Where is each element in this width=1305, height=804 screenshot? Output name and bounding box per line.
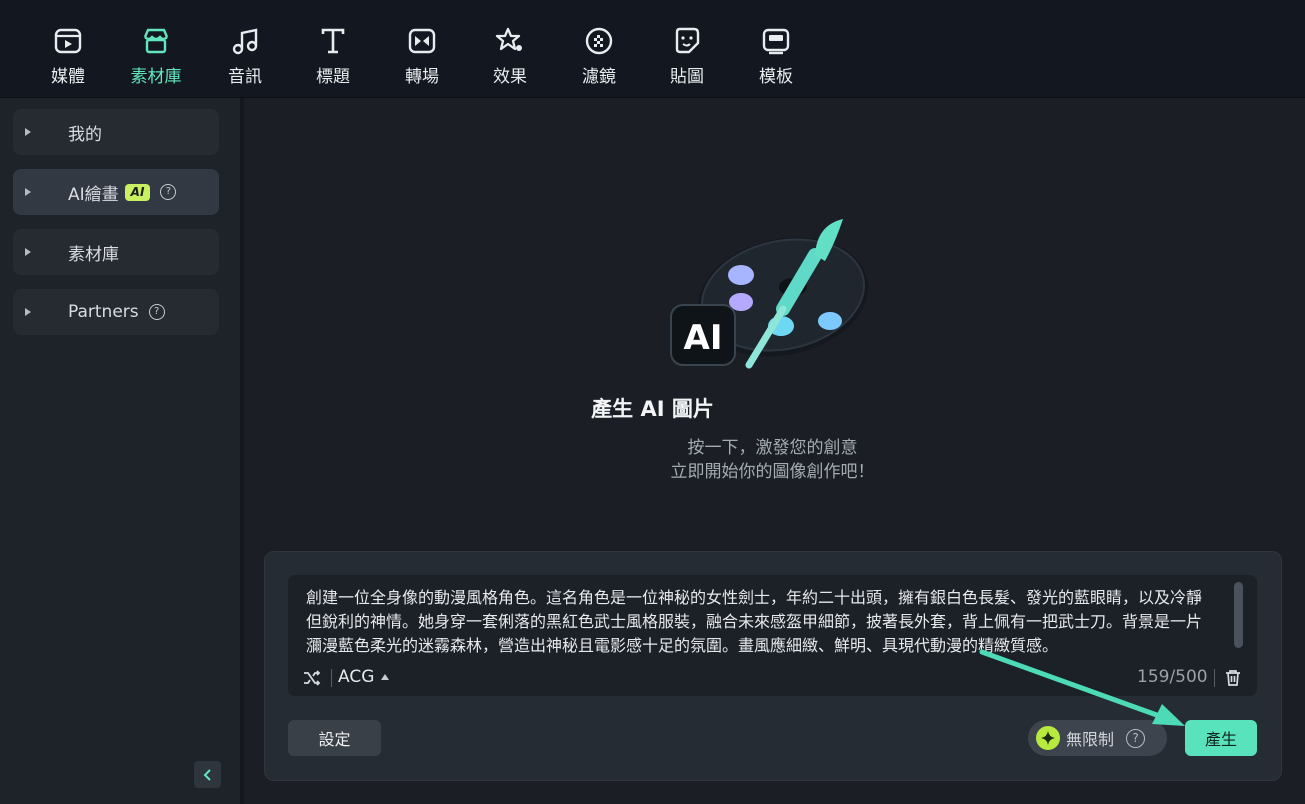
toolbar-tab-effects[interactable]: 效果	[474, 26, 546, 90]
caret-up-icon	[381, 674, 390, 680]
toolbar-tab-stickers[interactable]: 貼圖	[651, 26, 723, 90]
unlimited-credits-pill[interactable]: 無限制 ?	[1028, 720, 1167, 756]
hero-subtitle-line: 立即開始你的圖像創作吧！	[670, 462, 875, 482]
help-icon[interactable]: ?	[1126, 728, 1146, 748]
sidebar-item-label: AI繪畫	[68, 184, 119, 205]
toolbar-tab-store[interactable]: 素材庫	[120, 26, 192, 90]
shuffle-icon[interactable]	[302, 668, 322, 688]
help-icon[interactable]: ?	[148, 304, 165, 320]
prompt-scrollbar[interactable]	[1234, 582, 1243, 648]
sidebar-item-label: Partners	[68, 302, 139, 322]
expand-caret-icon	[25, 308, 31, 316]
sidebar-item-partners[interactable]: Partners ?	[13, 289, 219, 335]
expand-caret-icon	[25, 128, 31, 136]
toolbar-tab-filters[interactable]: 濾鏡	[563, 26, 635, 90]
toolbar-tab-audio[interactable]: 音訊	[209, 26, 281, 90]
toolbar-tab-titles[interactable]: 標題	[297, 26, 369, 90]
style-selector[interactable]: ACG	[338, 667, 390, 687]
toolbar-tab-label: 標題	[316, 67, 350, 87]
style-value: ACG	[338, 667, 375, 687]
hero-subtitle: 按一下，激發您的創意 立即開始你的圖像創作吧！	[0, 436, 1305, 484]
separator	[1214, 669, 1215, 687]
top-toolbar: 媒體 素材庫 音訊 標題 轉場 效果 濾鏡 貼圖 模板	[0, 0, 1305, 98]
sparkle-icon	[1036, 726, 1060, 750]
toolbar-tab-label: 貼圖	[670, 67, 704, 87]
transition-icon	[408, 28, 436, 54]
store-icon	[143, 28, 169, 54]
sidebar-item-label: 我的	[68, 124, 102, 145]
unlimited-label: 無限制	[1066, 730, 1115, 749]
toolbar-tab-transitions[interactable]: 轉場	[386, 26, 458, 90]
toolbar-tab-label: 模板	[759, 67, 793, 87]
toolbar-tab-label: 音訊	[228, 67, 262, 87]
sidebar-item-label: 素材庫	[68, 244, 119, 265]
ai-palette-illustration: AI	[670, 219, 868, 369]
sidebar-item-library[interactable]: 素材庫	[13, 229, 219, 275]
prompt-text[interactable]: 創建一位全身像的動漫風格角色。這名角色是一位神秘的女性劍士，年約二十出頭，擁有銀…	[306, 586, 1216, 666]
sidebar-item-mine[interactable]: 我的	[13, 109, 219, 155]
media-icon	[54, 28, 82, 54]
sticker-icon	[675, 27, 700, 54]
toolbar-tab-label: 濾鏡	[582, 67, 616, 87]
toolbar-tab-label: 轉場	[405, 67, 439, 87]
separator	[331, 669, 332, 687]
toolbar-tab-label: 媒體	[51, 67, 85, 87]
settings-button[interactable]: 設定	[288, 720, 381, 756]
title-text-icon	[321, 28, 345, 54]
effects-star-icon	[495, 27, 522, 51]
trash-icon[interactable]	[1225, 669, 1241, 687]
sidebar-item-ai-painting[interactable]: AI繪畫 AI ?	[13, 169, 219, 215]
ai-badge: AI	[124, 183, 151, 201]
template-icon	[762, 28, 790, 55]
collapse-sidebar-button[interactable]	[194, 761, 221, 788]
char-counter: 159/500	[1137, 667, 1208, 687]
ai-illustration-text: AI	[684, 318, 723, 358]
filter-icon	[585, 27, 613, 55]
hero-title: 產生 AI 圖片	[591, 397, 714, 421]
toolbar-tab-label: 效果	[493, 67, 527, 87]
generate-button[interactable]: 產生	[1185, 720, 1257, 756]
toolbar-tab-templates[interactable]: 模板	[740, 26, 812, 90]
toolbar-tab-media[interactable]: 媒體	[32, 26, 104, 90]
music-note-icon	[232, 28, 258, 55]
hero-subtitle-line: 按一下，激發您的創意	[687, 438, 858, 458]
chevron-left-icon	[203, 768, 211, 781]
toolbar-tab-label: 素材庫	[130, 67, 182, 87]
expand-caret-icon	[25, 188, 31, 196]
help-icon[interactable]: ?	[160, 184, 177, 200]
expand-caret-icon	[25, 248, 31, 256]
